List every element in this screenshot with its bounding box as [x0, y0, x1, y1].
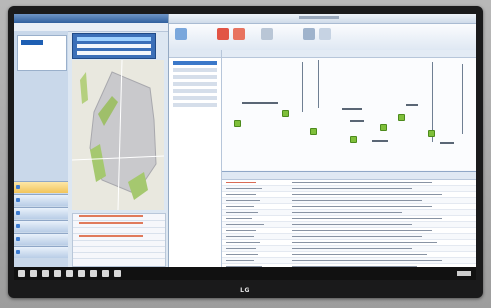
photo-background: LG — [0, 0, 491, 308]
network-data-table — [222, 171, 476, 270]
tree-item[interactable] — [173, 75, 217, 79]
map-view[interactable] — [72, 60, 164, 210]
diagram-label — [406, 104, 418, 106]
map-nav-tab-6[interactable] — [14, 246, 68, 258]
taskbar-app-icon[interactable] — [114, 270, 121, 277]
tree-item[interactable] — [173, 96, 217, 100]
network-toolbar — [169, 24, 476, 51]
map-navigation-pane — [14, 31, 68, 267]
tree-item[interactable] — [173, 89, 217, 93]
grid-row[interactable] — [73, 215, 165, 221]
diagram-node[interactable] — [310, 128, 317, 135]
diagram-label — [372, 140, 388, 142]
monitor-screen — [14, 14, 476, 280]
popup-selected-row[interactable] — [77, 37, 151, 41]
toolbar-link-icon[interactable] — [303, 28, 315, 40]
taskbar-clock[interactable] — [457, 271, 471, 276]
network-application-window — [169, 14, 476, 270]
taskbar-app-icon[interactable] — [66, 270, 73, 277]
network-diagram[interactable] — [222, 50, 476, 170]
diagram-node[interactable] — [234, 120, 241, 127]
map-canvas[interactable] — [72, 60, 164, 210]
diagram-node[interactable] — [282, 110, 289, 117]
taskbar-app-icon[interactable] — [102, 270, 109, 277]
tree-item[interactable] — [173, 68, 217, 72]
window-title — [299, 16, 339, 19]
diagram-header — [222, 50, 476, 58]
diagram-node[interactable] — [428, 130, 435, 137]
diagram-node[interactable] — [350, 136, 357, 143]
map-layer-tree[interactable] — [17, 35, 67, 71]
toolbar-remove-icon[interactable] — [233, 28, 245, 40]
network-tree-pane — [169, 50, 222, 267]
toolbar-edit-icon[interactable] — [261, 28, 273, 40]
map-application-window — [14, 14, 169, 267]
taskbar-app-icon[interactable] — [42, 270, 49, 277]
popup-row[interactable] — [77, 51, 151, 55]
toolbar-settings-icon[interactable] — [319, 28, 331, 40]
network-window-titlebar — [169, 14, 476, 30]
diagram-label — [350, 120, 364, 122]
diagram-line — [318, 60, 319, 108]
map-nav-tab-3[interactable] — [14, 207, 68, 219]
tree-item[interactable] — [173, 82, 217, 86]
grid-row[interactable] — [73, 253, 165, 259]
windows-start-icon[interactable] — [18, 270, 25, 277]
diagram-line — [302, 62, 303, 112]
popup-row[interactable] — [77, 44, 151, 48]
diagram-label — [242, 102, 278, 104]
toolbar-home-icon[interactable] — [175, 28, 187, 40]
diagram-label — [342, 108, 362, 110]
diagram-label — [440, 142, 454, 144]
map-attribute-grid — [72, 213, 166, 267]
window-controls — [447, 15, 473, 30]
taskbar-app-icon[interactable] — [90, 270, 97, 277]
map-nav-tab-1[interactable] — [14, 181, 68, 193]
taskbar-app-icon[interactable] — [54, 270, 61, 277]
tree-item-selected[interactable] — [173, 61, 217, 65]
map-layer-selected[interactable] — [21, 40, 43, 45]
brand-logo: LG — [240, 287, 250, 294]
map-nav-tab-4[interactable] — [14, 220, 68, 232]
map-window-titlebar — [14, 14, 168, 23]
map-nav-tab-5[interactable] — [14, 233, 68, 245]
map-nav-tabs — [14, 180, 68, 259]
diagram-line — [462, 64, 463, 134]
table-header — [222, 172, 476, 180]
map-nav-tab-2[interactable] — [14, 194, 68, 206]
grid-row[interactable] — [73, 228, 165, 234]
diagram-node[interactable] — [398, 114, 405, 121]
diagram-node[interactable] — [380, 124, 387, 131]
tree-item[interactable] — [173, 103, 217, 107]
tree-pane-header — [169, 50, 221, 58]
taskbar-app-icon[interactable] — [78, 270, 85, 277]
map-popup-panel[interactable] — [72, 33, 156, 59]
taskbar-app-icon[interactable] — [30, 270, 37, 277]
toolbar-delete-icon[interactable] — [217, 28, 229, 40]
taskbar — [14, 267, 476, 280]
